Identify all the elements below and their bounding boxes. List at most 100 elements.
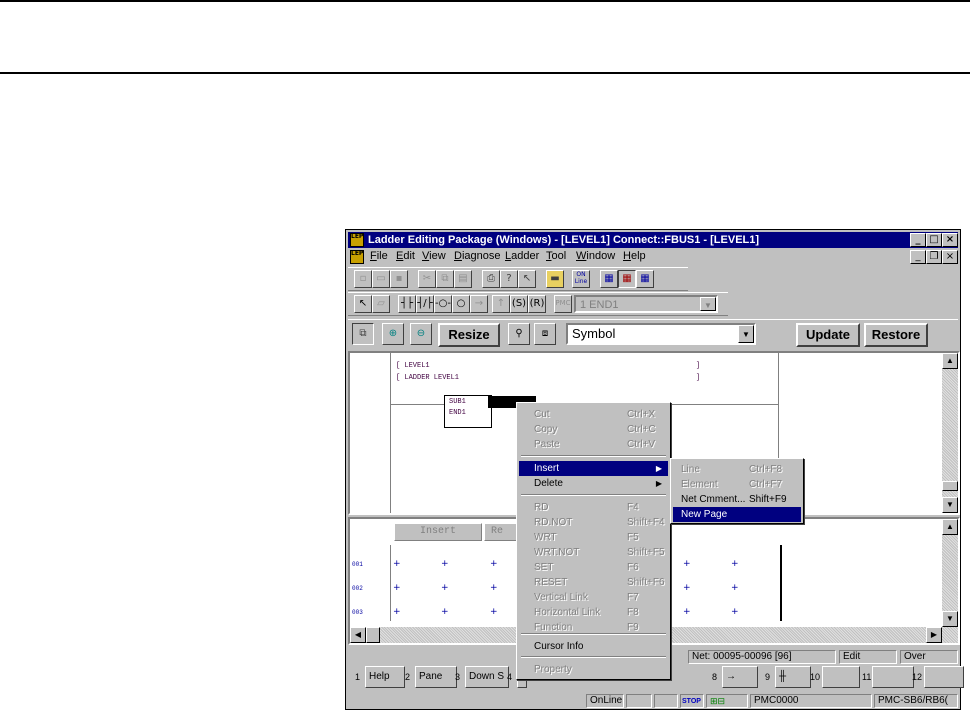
fkey-button-12[interactable] [924, 666, 964, 688]
ladder-diag-icon[interactable]: ▦ [636, 270, 654, 288]
chevron-down-icon[interactable]: ▼ [738, 325, 754, 343]
scroll-left-icon[interactable]: ◀ [350, 627, 366, 643]
pmc-button[interactable]: PMC [554, 295, 572, 313]
menu-item-shortcut: Shift+F5 [627, 547, 665, 558]
print-icon[interactable]: ⎙ [482, 270, 500, 288]
fkey-button-9[interactable]: ╫ [775, 666, 811, 688]
coil-not-icon[interactable]: ○ [452, 295, 470, 313]
horizontal-line-icon[interactable]: → [470, 295, 488, 313]
hscroll-thumb[interactable] [366, 627, 380, 643]
search-icon[interactable]: ⚲ [508, 323, 530, 345]
scroll-down-icon[interactable]: ▼ [942, 611, 958, 627]
context-menu-item-copy[interactable]: Copy Ctrl+C [519, 422, 668, 437]
step-icon[interactable]: ⧉ [352, 323, 374, 345]
ladder-view-icon[interactable]: ▦ [600, 270, 618, 288]
ladder-comment-1: [ LEVEL1 [396, 362, 430, 370]
mdi-close-icon[interactable]: × [942, 250, 958, 264]
ladder-vscrollbar[interactable]: ▲ ▼ [942, 353, 958, 513]
app-icon[interactable]: LEP [350, 233, 364, 247]
folder-icon[interactable]: ▬ [546, 270, 564, 288]
program-select[interactable]: 1 END1 ▼ [574, 295, 718, 313]
scroll-thumb[interactable] [942, 481, 958, 491]
new-file-icon[interactable]: ▫ [354, 270, 372, 288]
replace-icon[interactable]: ⧈ [534, 323, 556, 345]
pointer-icon[interactable]: ↖ [354, 295, 372, 313]
doc-icon[interactable]: LEP [350, 250, 364, 264]
fkey-button-1[interactable]: Help [365, 666, 405, 688]
menu-view[interactable]: View [422, 250, 446, 262]
context-menu-item-vertical-link[interactable]: Vertical Link F7 [519, 590, 668, 605]
menu-item-shortcut: F6 [627, 562, 639, 573]
cut-icon[interactable]: ✂ [418, 270, 436, 288]
context-menu-item-cut[interactable]: Cut Ctrl+X [519, 407, 668, 422]
close-icon[interactable]: × [942, 233, 958, 247]
menu-tool[interactable]: Tool [546, 250, 566, 262]
context-help-icon[interactable]: ↖ [518, 270, 536, 288]
fkey-button-3[interactable]: Down S [465, 666, 509, 688]
context-menu-item-reset[interactable]: RESET Shift+F6 [519, 575, 668, 590]
edit-vscrollbar[interactable]: ▲ ▼ [942, 519, 958, 627]
menu-ladder[interactable]: Ladder [505, 250, 539, 262]
maximize-icon[interactable]: □ [926, 233, 942, 247]
context-menu-item-paste[interactable]: Paste Ctrl+V [519, 437, 668, 452]
scroll-up-icon[interactable]: ▲ [942, 519, 958, 535]
scroll-down-icon[interactable]: ▼ [942, 497, 958, 513]
submenu-item-element[interactable]: Element Ctrl+F7 [673, 477, 801, 492]
context-menu-item-cursor-info[interactable]: Cursor Info [519, 639, 668, 654]
contact-nc-icon[interactable]: ┤/├ [416, 295, 434, 313]
reset-coil-icon[interactable]: (R) [528, 295, 546, 313]
coil-icon[interactable]: -○- [434, 295, 452, 313]
context-menu-item-wrt[interactable]: WRT F5 [519, 530, 668, 545]
context-menu-item-property[interactable]: Property [519, 662, 668, 677]
grid-point: + [683, 583, 691, 593]
fkey-button-2[interactable]: Pane [415, 666, 457, 688]
scroll-up-icon[interactable]: ▲ [942, 353, 958, 369]
copy-icon[interactable]: ⧉ [436, 270, 454, 288]
contact-no-icon[interactable]: ┤├ [398, 295, 416, 313]
context-menu-item-horizontal-link[interactable]: Horizontal Link F8 [519, 605, 668, 620]
resize-button[interactable]: Resize [438, 323, 500, 347]
help-icon[interactable]: ? [500, 270, 518, 288]
context-menu-item-insert[interactable]: Insert ▶ [519, 461, 668, 476]
update-button[interactable]: Update [796, 323, 860, 347]
submenu-item-line[interactable]: Line Ctrl+F8 [673, 462, 801, 477]
fkey-button-8[interactable]: → [722, 666, 758, 688]
fkey-button-11[interactable] [872, 666, 914, 688]
online-icon[interactable]: ON Line [572, 270, 590, 288]
title-bar[interactable]: LEP Ladder Editing Package (Windows) - [… [348, 232, 958, 248]
ladder-edit-icon[interactable]: ▦ [618, 270, 636, 288]
replace-button[interactable]: Re [484, 523, 518, 541]
restore-button[interactable]: Restore [864, 323, 928, 347]
open-file-icon[interactable]: ▭ [372, 270, 390, 288]
row-label: 001 [352, 561, 363, 568]
submenu-item-net-cmment-[interactable]: Net Cmment... Shift+F9 [673, 492, 801, 507]
set-coil-icon[interactable]: (S) [510, 295, 528, 313]
zoom-in-icon[interactable]: ⊕ [382, 323, 404, 345]
mdi-restore-icon[interactable]: ❐ [926, 250, 942, 264]
context-menu-item-set[interactable]: SET F6 [519, 560, 668, 575]
menu-window[interactable]: Window [576, 250, 615, 262]
menu-diagnose[interactable]: Diagnose [454, 250, 501, 262]
mdi-minimize-icon[interactable]: _ [910, 250, 926, 264]
context-menu-item-rd-not[interactable]: RD.NOT Shift+F4 [519, 515, 668, 530]
menu-edit[interactable]: Edit [396, 250, 415, 262]
symbol-select[interactable]: Symbol ▼ [566, 323, 756, 345]
eraser-icon[interactable]: ▱ [372, 295, 390, 313]
save-icon[interactable]: ▪ [390, 270, 408, 288]
context-menu-item-rd[interactable]: RD F4 [519, 500, 668, 515]
submenu-item-new-page[interactable]: New Page [673, 507, 801, 522]
block-line-2: END1 [449, 409, 466, 417]
scroll-right-icon[interactable]: ▶ [926, 627, 942, 643]
fkey-button-10[interactable] [822, 666, 860, 688]
context-menu-item-delete[interactable]: Delete ▶ [519, 476, 668, 491]
paste-icon[interactable]: ▤ [454, 270, 472, 288]
insert-button[interactable]: Insert [394, 523, 482, 541]
zoom-out-icon[interactable]: ⊖ [410, 323, 432, 345]
vertical-line-icon[interactable]: ↑ [492, 295, 510, 313]
minimize-icon[interactable]: _ [910, 233, 926, 247]
function-block[interactable]: SUB1 END1 [444, 395, 492, 428]
chevron-down-icon[interactable]: ▼ [700, 297, 716, 311]
menu-file[interactable]: File [370, 250, 388, 262]
menu-help[interactable]: Help [623, 250, 646, 262]
context-menu-item-wrt-not[interactable]: WRT.NOT Shift+F5 [519, 545, 668, 560]
